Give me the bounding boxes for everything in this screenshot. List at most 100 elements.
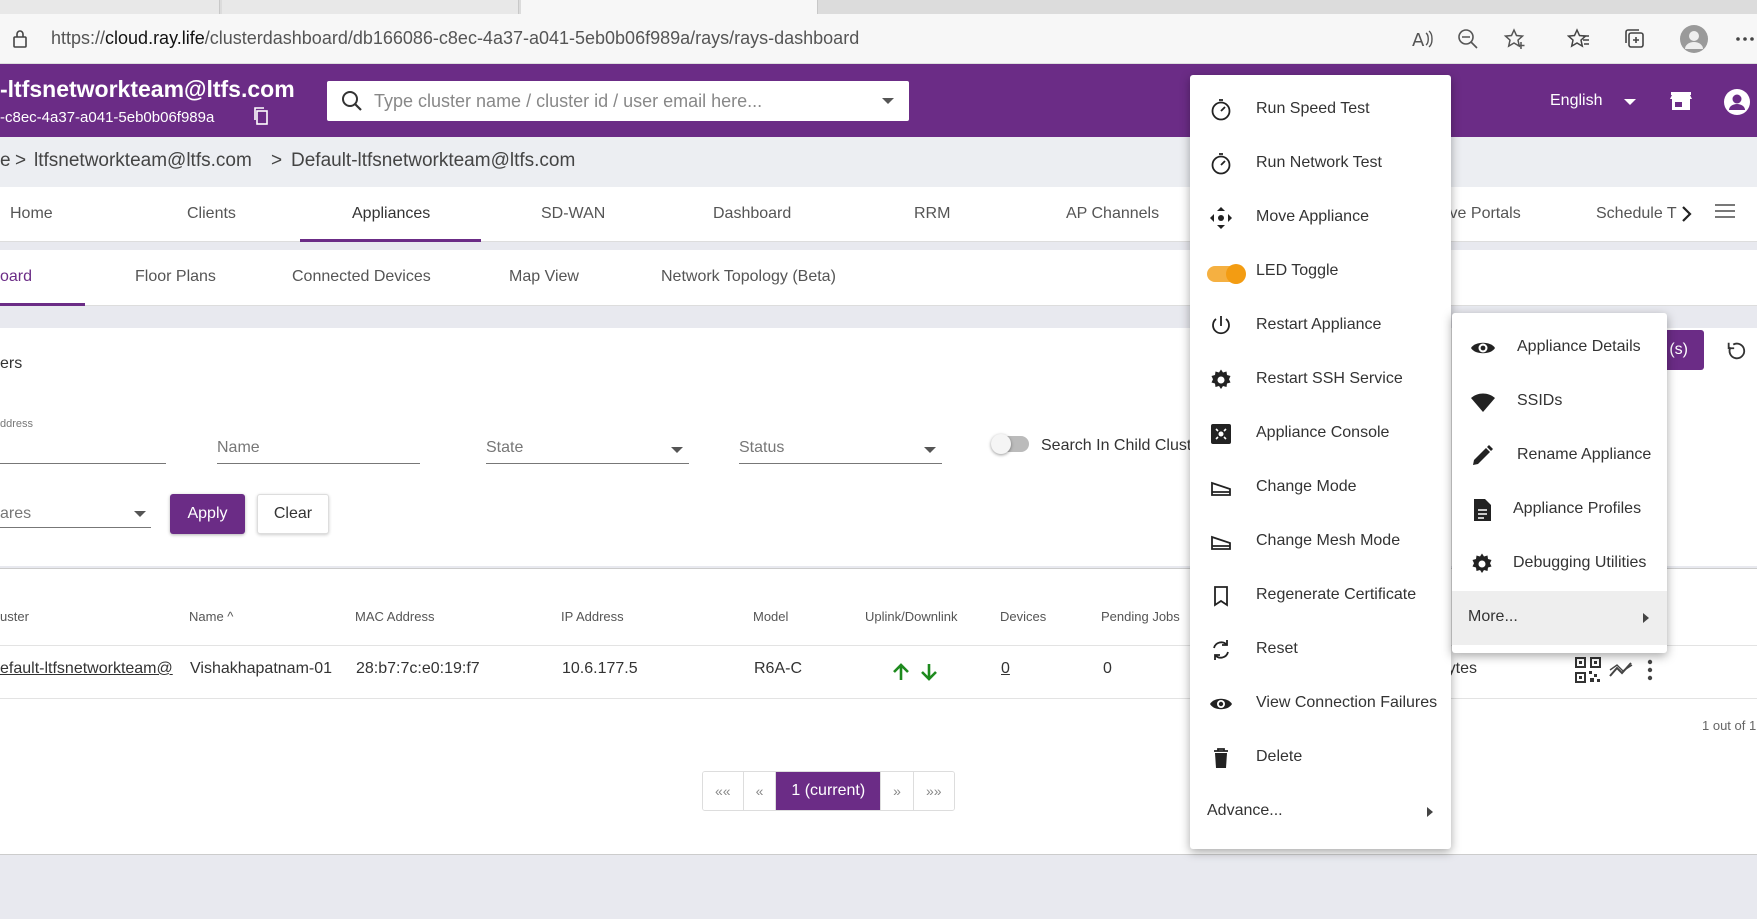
menu-item-appliance-profiles[interactable]: Appliance Profiles (1452, 483, 1667, 537)
menu-item-advance[interactable]: Advance... (1190, 785, 1451, 839)
column-header-name[interactable]: Name ^ (189, 609, 233, 624)
firmware-filter-select[interactable]: ares (0, 505, 31, 523)
column-header-devices[interactable]: Devices (1000, 609, 1046, 624)
more-options-icon[interactable] (1733, 27, 1757, 51)
menu-item-label: LED Toggle (1256, 262, 1339, 279)
collections-icon[interactable] (1623, 27, 1647, 51)
state-dropdown-icon[interactable] (671, 447, 683, 453)
chevron-right-icon (1426, 806, 1434, 818)
tab-home[interactable]: Home (10, 205, 53, 223)
menu-item-rename-appliance[interactable]: Rename Appliance (1452, 429, 1667, 483)
menu-item-change-mesh-mode[interactable]: Change Mesh Mode (1190, 515, 1451, 569)
child-cluster-toggle[interactable] (991, 434, 1029, 454)
menu-item-ssids[interactable]: SSIDs (1452, 375, 1667, 429)
subtab-floor-plans[interactable]: Floor Plans (135, 268, 216, 286)
language-selector[interactable]: English (1550, 92, 1602, 110)
favorite-add-icon[interactable] (1503, 27, 1527, 51)
clear-button[interactable]: Clear (257, 494, 329, 534)
subtab-connected-devices[interactable]: Connected Devices (292, 268, 431, 286)
dropdown-arrow-icon[interactable] (882, 98, 894, 104)
column-header-pending-jobs[interactable]: Pending Jobs (1101, 609, 1180, 624)
tab-appliances[interactable]: Appliances (352, 205, 430, 223)
menu-item-more[interactable]: More... (1452, 591, 1667, 645)
column-header-mac[interactable]: MAC Address (355, 609, 434, 624)
column-header-cluster[interactable]: uster (0, 609, 29, 624)
menu-item-run-speed-test[interactable]: Run Speed Test (1190, 83, 1451, 137)
store-icon[interactable] (1669, 90, 1693, 112)
menu-item-reset[interactable]: Reset (1190, 623, 1451, 677)
tab-sd-wan[interactable]: SD-WAN (541, 205, 605, 223)
menu-item-delete[interactable]: Delete (1190, 731, 1451, 785)
column-header-model[interactable]: Model (753, 609, 788, 624)
read-aloud-icon[interactable]: A (1411, 27, 1435, 51)
zoom-out-icon[interactable] (1456, 27, 1480, 51)
subtab-dashboard[interactable]: oard (0, 268, 32, 286)
refresh-icon[interactable] (1725, 340, 1747, 362)
status-filter-select[interactable]: Status (739, 439, 784, 457)
menu-item-move-appliance[interactable]: Move Appliance (1190, 191, 1451, 245)
user-account-icon[interactable] (1723, 88, 1751, 116)
browser-tab-active[interactable] (521, 0, 818, 14)
breadcrumb-item-current[interactable]: Default-ltfsnetworkteam@ltfs.com (291, 150, 575, 172)
menu-item-appliance-details[interactable]: Appliance Details (1452, 321, 1667, 375)
menu-item-restart-appliance[interactable]: Restart Appliance (1190, 299, 1451, 353)
cell-devices-link[interactable]: 0 (1001, 660, 1010, 678)
apply-button[interactable]: Apply (170, 494, 245, 534)
language-dropdown-icon[interactable] (1624, 99, 1636, 105)
tab-captive-portals[interactable]: ive Portals (1446, 205, 1521, 223)
menu-item-change-mode[interactable]: Change Mode (1190, 461, 1451, 515)
first-page-button[interactable]: «« (703, 772, 744, 810)
previous-page-button[interactable]: « (743, 772, 777, 810)
cluster-search-input[interactable]: Type cluster name / cluster id / user em… (327, 81, 909, 121)
row-actions-kebab-icon[interactable] (1646, 659, 1654, 681)
menu-item-led-toggle[interactable]: LED Toggle (1190, 245, 1451, 299)
breadcrumb-item[interactable]: e (0, 150, 11, 172)
menu-item-view-connection-failures[interactable]: View Connection Failures (1190, 677, 1451, 731)
address-field[interactable] (0, 463, 166, 464)
tab-dashboard[interactable]: Dashboard (713, 205, 791, 223)
column-header-ip[interactable]: IP Address (561, 609, 624, 624)
menu-item-restart-ssh[interactable]: Restart SSH Service (1190, 353, 1451, 407)
name-filter-input[interactable]: Name (217, 439, 260, 457)
favorites-icon[interactable] (1567, 27, 1591, 51)
tabs-scroll-right-icon[interactable] (1680, 204, 1694, 224)
wifi-icon (1470, 390, 1495, 414)
last-page-button[interactable]: »» (913, 772, 954, 810)
breadcrumb-item[interactable]: ltfsnetworkteam@ltfs.com (34, 150, 252, 172)
power-icon (1209, 314, 1233, 338)
subtab-map-view[interactable]: Map View (509, 268, 579, 286)
result-count: 1 out of 1 (1702, 718, 1757, 733)
analytics-chart-icon[interactable] (1609, 660, 1633, 680)
address-field-label: ddress (0, 418, 34, 430)
firmware-dropdown-icon[interactable] (134, 511, 146, 517)
hamburger-menu-icon[interactable] (1714, 202, 1736, 220)
tab-clients[interactable]: Clients (187, 205, 236, 223)
menu-item-label: Rename Appliance (1517, 446, 1652, 463)
browser-tab[interactable] (0, 0, 220, 14)
column-header-uplink[interactable]: Uplink/Downlink (865, 609, 957, 624)
more-actions-submenu: Appliance Details SSIDs Rename Appliance… (1452, 313, 1667, 653)
browser-tab[interactable] (222, 0, 519, 14)
tab-schedule[interactable]: Schedule T (1596, 205, 1677, 223)
lock-icon[interactable] (10, 28, 34, 52)
cell-cluster-link[interactable]: efault-ltfsnetworkteam@ (0, 660, 173, 678)
next-page-button[interactable]: » (881, 772, 914, 810)
menu-item-label: Appliance Console (1256, 424, 1390, 441)
profile-avatar[interactable] (1680, 25, 1708, 53)
url-field[interactable]: https://cloud.ray.life/clusterdashboard/… (51, 28, 859, 49)
subtab-network-topology[interactable]: Network Topology (Beta) (661, 268, 836, 286)
copy-icon[interactable] (252, 106, 270, 126)
menu-item-debugging-utilities[interactable]: Debugging Utilities (1452, 537, 1667, 591)
menu-item-regenerate-certificate[interactable]: Regenerate Certificate (1190, 569, 1451, 623)
menu-item-run-network-test[interactable]: Run Network Test (1190, 137, 1451, 191)
status-dropdown-icon[interactable] (924, 447, 936, 453)
current-page-button[interactable]: 1 (current) (776, 772, 882, 810)
qr-code-icon[interactable] (1575, 657, 1601, 683)
cell-name: Vishakhapatnam-01 (190, 660, 333, 677)
menu-item-appliance-console[interactable]: Appliance Console (1190, 407, 1451, 461)
tab-ap-channels[interactable]: AP Channels (1066, 205, 1159, 223)
tab-rrm[interactable]: RRM (914, 205, 950, 223)
state-filter-select[interactable]: State (486, 439, 523, 457)
router-icon (1209, 476, 1233, 500)
toggle-on-icon[interactable] (1206, 263, 1248, 287)
